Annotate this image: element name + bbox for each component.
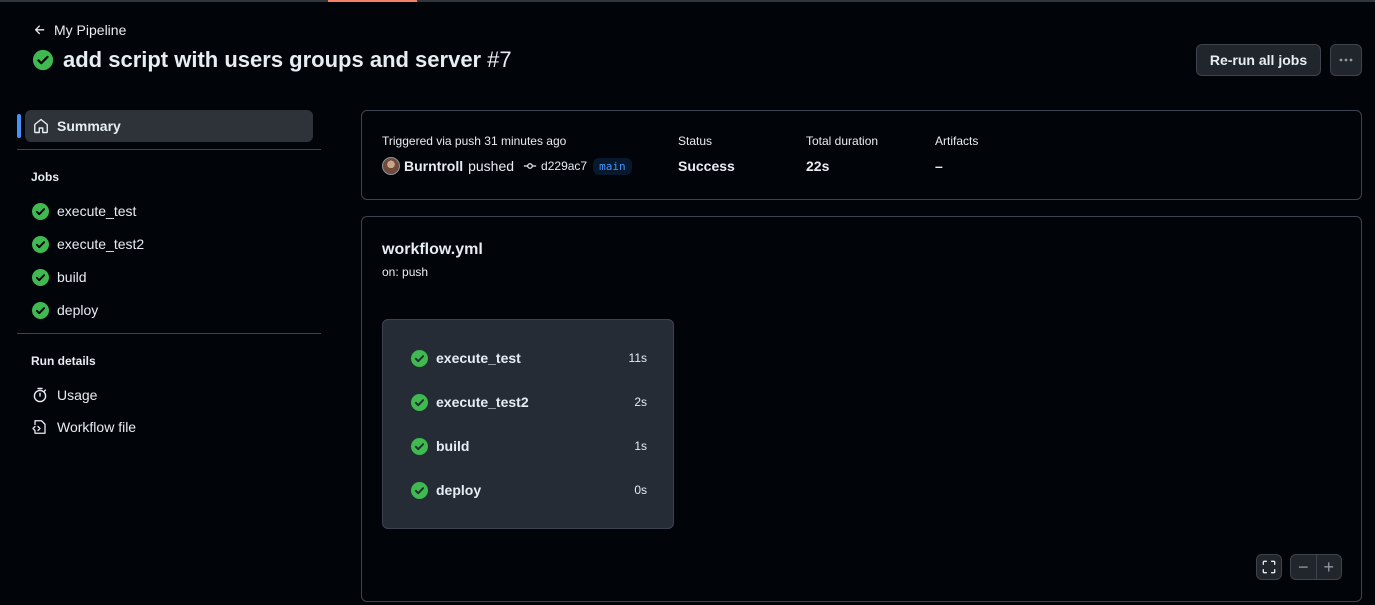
graph-job-name: deploy xyxy=(436,482,482,498)
graph-job-build[interactable]: build 1s xyxy=(411,436,647,456)
sidebar-item-usage[interactable]: Usage xyxy=(32,385,97,405)
jobs-heading: Jobs xyxy=(31,170,60,184)
page-title: add script with users groups and server #… xyxy=(63,47,512,73)
sidebar-job-deploy[interactable]: deploy xyxy=(32,300,98,320)
zoom-out-button[interactable]: − xyxy=(1291,555,1317,579)
rerun-all-jobs-button[interactable]: Re-run all jobs xyxy=(1196,44,1321,76)
graph-job-name: execute_test2 xyxy=(436,394,529,410)
graph-job-duration: 1s xyxy=(634,439,647,453)
sidebar-job-build[interactable]: build xyxy=(32,267,87,287)
sidebar-item-label: Summary xyxy=(57,118,121,134)
git-commit-icon xyxy=(523,163,537,169)
sidebar-divider xyxy=(17,333,321,334)
graph-job-execute-test2[interactable]: execute_test2 2s xyxy=(411,392,647,412)
zoom-controls: − + xyxy=(1290,554,1342,580)
workflow-trigger: on: push xyxy=(382,265,429,279)
sidebar-item-label: Workflow file xyxy=(57,419,137,435)
check-circle-fill-icon xyxy=(32,202,49,220)
check-circle-fill-icon xyxy=(32,268,49,286)
active-tab-underline xyxy=(328,0,417,2)
summary-active-indicator xyxy=(17,114,21,138)
trigger-info: Triggered via push 31 minutes ago Burntr… xyxy=(382,134,632,175)
artifacts-label: Artifacts xyxy=(935,134,979,148)
check-circle-fill-icon xyxy=(411,481,428,499)
actor-action: pushed xyxy=(468,158,515,174)
stopwatch-icon xyxy=(33,387,47,403)
actor-link[interactable]: Burntroll xyxy=(404,158,463,174)
back-to-workflow-link[interactable]: My Pipeline xyxy=(33,22,126,38)
run-title-text: add script with users groups and server xyxy=(63,47,482,72)
commit-sha-link[interactable]: d229ac7 xyxy=(541,159,587,173)
sidebar-item-label: Usage xyxy=(57,387,98,403)
check-circle-fill-icon xyxy=(32,235,49,253)
status-value: Success xyxy=(678,158,735,174)
artifacts-value: – xyxy=(935,158,943,174)
graph-job-execute-test[interactable]: execute_test 11s xyxy=(411,348,647,368)
job-graph-box: execute_test 11s execute_test2 2s build … xyxy=(382,319,674,529)
graph-job-deploy[interactable]: deploy 0s xyxy=(411,480,647,500)
check-circle-fill-icon xyxy=(411,437,428,455)
sidebar-job-execute-test2[interactable]: execute_test2 xyxy=(32,234,144,254)
kebab-horizontal-icon xyxy=(1339,58,1353,62)
duration-info: Total duration 22s xyxy=(806,134,878,174)
check-circle-fill-icon xyxy=(411,393,428,411)
graph-job-name: build xyxy=(436,438,470,454)
workflow-graph-card: workflow.yml on: push execute_test 11s e… xyxy=(361,216,1362,602)
sidebar-item-workflow-file[interactable]: Workflow file xyxy=(32,417,136,437)
more-options-button[interactable] xyxy=(1330,44,1362,76)
sidebar-item-summary[interactable]: Summary xyxy=(25,110,313,142)
graph-job-duration: 2s xyxy=(634,395,647,409)
sidebar-job-execute-test[interactable]: execute_test xyxy=(32,201,136,221)
sidebar-job-label: execute_test xyxy=(57,203,137,219)
back-link-label: My Pipeline xyxy=(54,22,127,38)
home-icon xyxy=(34,118,48,134)
graph-job-name: execute_test xyxy=(436,350,521,366)
run-title: add script with users groups and server #… xyxy=(32,47,512,73)
top-border xyxy=(0,0,1375,2)
run-details-heading: Run details xyxy=(31,354,96,368)
branch-badge[interactable]: main xyxy=(593,157,632,175)
file-code-icon xyxy=(32,420,46,434)
graph-job-duration: 0s xyxy=(634,483,647,497)
sidebar-job-label: execute_test2 xyxy=(57,236,145,252)
screen-full-icon xyxy=(1262,560,1276,574)
trigger-label: Triggered via push 31 minutes ago xyxy=(382,134,567,148)
workflow-file-name: workflow.yml xyxy=(382,241,483,258)
check-circle-fill-icon xyxy=(32,49,54,71)
status-info: Status Success xyxy=(678,134,735,174)
sidebar-job-label: deploy xyxy=(57,302,99,318)
zoom-in-button[interactable]: + xyxy=(1317,555,1342,579)
graph-job-duration: 11s xyxy=(628,351,647,365)
check-circle-fill-icon xyxy=(411,349,428,367)
check-circle-fill-icon xyxy=(32,301,49,319)
run-number: #7 xyxy=(487,47,512,72)
duration-value: 22s xyxy=(806,158,830,174)
duration-label: Total duration xyxy=(806,134,879,148)
fullscreen-button[interactable] xyxy=(1256,554,1282,580)
arrow-left-icon xyxy=(34,25,45,35)
status-label: Status xyxy=(678,134,713,148)
avatar[interactable] xyxy=(382,157,400,175)
sidebar-job-label: build xyxy=(57,269,87,285)
sidebar-divider xyxy=(17,149,321,150)
run-summary-card: Triggered via push 31 minutes ago Burntr… xyxy=(361,110,1362,200)
artifacts-info: Artifacts – xyxy=(935,134,978,174)
